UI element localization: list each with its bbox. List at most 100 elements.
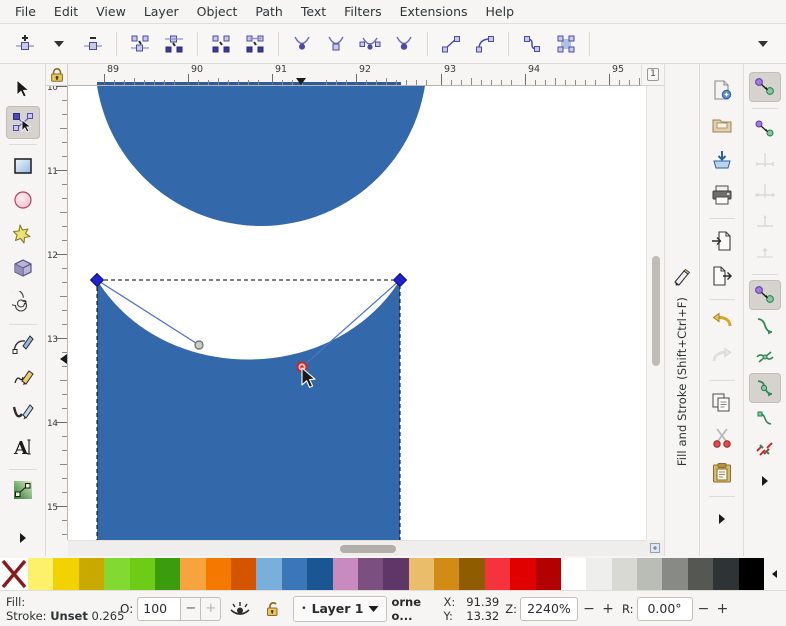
node-cusp-icon[interactable] <box>287 29 317 59</box>
print-document-button[interactable] <box>706 179 738 211</box>
cut-button[interactable] <box>706 422 738 454</box>
opacity-decrease-button[interactable]: − <box>181 597 201 621</box>
join-nodes-icon[interactable] <box>159 29 189 59</box>
fill-indicator[interactable]: Fill: <box>6 595 118 609</box>
join-with-segment-icon[interactable] <box>206 29 236 59</box>
snap-smooth-nodes-toggle[interactable] <box>749 404 781 434</box>
stroke-indicator[interactable]: Stroke: Unset 0.265 <box>6 609 118 623</box>
menu-view[interactable]: View <box>87 1 135 22</box>
horizontal-ruler[interactable]: 89 90 91 92 93 94 95 <box>68 64 664 86</box>
layer-lock-toggle[interactable] <box>259 596 289 622</box>
vertical-scrollbar[interactable] <box>646 86 664 540</box>
layer-selector[interactable]: • Layer 1 <box>293 596 387 622</box>
object-to-path-icon[interactable] <box>517 29 547 59</box>
edited-path-shape[interactable] <box>97 280 400 540</box>
zoom-out-button[interactable]: − <box>581 601 597 617</box>
palette-swatch[interactable] <box>459 558 484 590</box>
segment-curve-icon[interactable] <box>470 29 500 59</box>
menu-filters[interactable]: Filters <box>335 1 390 22</box>
palette-swatch[interactable] <box>536 558 561 590</box>
palette-swatch[interactable] <box>104 558 129 590</box>
horizontal-scrollbar-thumb[interactable] <box>340 545 396 553</box>
node-auto-icon[interactable] <box>389 29 419 59</box>
menu-path[interactable]: Path <box>246 1 291 22</box>
opacity-input[interactable]: 100 <box>137 597 181 621</box>
rotation-input[interactable]: 0.00° <box>637 597 693 621</box>
snap-cusp-nodes-toggle[interactable] <box>749 373 781 403</box>
palette-swatch[interactable] <box>307 558 332 590</box>
palette-swatch[interactable] <box>79 558 104 590</box>
insert-node-icon[interactable] <box>10 29 40 59</box>
palette-swatch[interactable] <box>358 558 383 590</box>
snap-bbox-centers-toggle[interactable] <box>749 238 781 268</box>
zoom-input[interactable]: 2240% <box>520 597 578 621</box>
menu-object[interactable]: Object <box>188 1 247 22</box>
star-tool[interactable] <box>6 217 40 250</box>
break-path-icon[interactable] <box>125 29 155 59</box>
palette-swatch[interactable] <box>485 558 510 590</box>
bezier-tool[interactable] <box>6 328 40 361</box>
delete-node-icon[interactable] <box>78 29 108 59</box>
palette-swatch[interactable] <box>662 558 687 590</box>
rotation-decrease-button[interactable]: − <box>696 601 712 617</box>
fill-and-stroke-dock-tab[interactable]: Fill and Stroke (Shift+Ctrl+F) <box>664 64 700 556</box>
redo-button[interactable] <box>706 341 738 373</box>
spiral-tool[interactable] <box>6 285 40 318</box>
menu-help[interactable]: Help <box>477 1 524 22</box>
snap-bbox-edge-midpoints-toggle[interactable] <box>749 207 781 237</box>
toolbox-overflow-icon[interactable] <box>6 522 40 555</box>
export-button[interactable] <box>706 260 738 292</box>
new-document-button[interactable] <box>706 74 738 106</box>
palette-swatch[interactable] <box>130 558 155 590</box>
palette-swatch[interactable] <box>739 558 764 590</box>
commands-overflow-icon[interactable] <box>706 503 738 535</box>
copy-button[interactable] <box>706 387 738 419</box>
canvas-corner-button[interactable] <box>646 540 664 556</box>
color-palette[interactable] <box>0 558 786 590</box>
menu-edit[interactable]: Edit <box>45 1 87 22</box>
palette-swatch[interactable] <box>256 558 281 590</box>
segment-line-icon[interactable] <box>436 29 466 59</box>
ruler-lock-button[interactable] <box>46 64 68 86</box>
palette-swatch[interactable] <box>713 558 738 590</box>
ellipse-tool[interactable] <box>6 183 40 216</box>
snap-path-intersections-toggle[interactable] <box>749 342 781 372</box>
import-button[interactable] <box>706 225 738 257</box>
snap-nodes-paths-toggle[interactable] <box>749 280 781 310</box>
ruler-unit-indicator[interactable]: 1 <box>641 64 664 86</box>
vertical-scrollbar-thumb[interactable] <box>652 256 660 366</box>
selector-tool[interactable] <box>6 72 40 105</box>
save-document-button[interactable] <box>706 144 738 176</box>
paste-button[interactable] <box>706 457 738 489</box>
palette-swatch[interactable] <box>206 558 231 590</box>
opacity-increase-button[interactable]: + <box>201 597 221 621</box>
palette-swatch[interactable] <box>383 558 408 590</box>
rotation-increase-button[interactable]: + <box>715 601 731 617</box>
open-document-button[interactable] <box>706 109 738 141</box>
palette-swatch-none[interactable] <box>0 558 28 590</box>
stroke-to-path-icon[interactable] <box>551 29 581 59</box>
palette-swatch[interactable] <box>155 558 180 590</box>
control-handle-left[interactable] <box>195 341 203 349</box>
menu-file[interactable]: File <box>6 1 45 22</box>
snap-midpoints-toggle[interactable] <box>749 435 781 465</box>
text-tool[interactable]: A <box>6 431 40 464</box>
style-indicator[interactable]: Fill: Stroke: Unset 0.265 <box>0 595 118 623</box>
snapbar-overflow-icon[interactable] <box>749 466 781 496</box>
menu-text[interactable]: Text <box>292 1 335 22</box>
node-tool[interactable] <box>6 106 40 139</box>
pencil-tool[interactable] <box>6 363 40 396</box>
palette-swatch[interactable] <box>612 558 637 590</box>
snap-bbox-edges-toggle[interactable] <box>749 145 781 175</box>
undo-button[interactable] <box>706 306 738 338</box>
node-smooth-icon[interactable] <box>321 29 351 59</box>
palette-swatch[interactable] <box>231 558 256 590</box>
palette-swatch[interactable] <box>586 558 611 590</box>
calligraphy-tool[interactable] <box>6 397 40 430</box>
palette-swatch[interactable] <box>53 558 78 590</box>
zoom-in-button[interactable]: + <box>600 601 616 617</box>
palette-swatch[interactable] <box>637 558 662 590</box>
snap-bbox-corners-toggle[interactable] <box>749 176 781 206</box>
drawing-canvas[interactable] <box>68 86 646 540</box>
palette-swatch[interactable] <box>688 558 713 590</box>
